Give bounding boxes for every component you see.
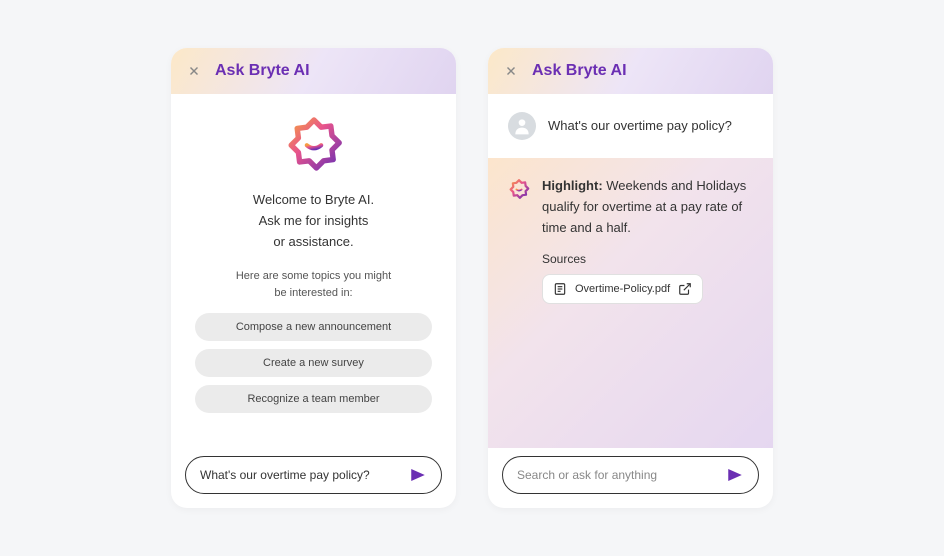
document-icon <box>553 282 567 296</box>
close-icon[interactable] <box>504 64 518 78</box>
chat-input-bar[interactable] <box>185 456 442 494</box>
external-link-icon <box>678 282 692 296</box>
panel-body: What's our overtime pay policy? Highligh… <box>488 94 773 508</box>
close-icon[interactable] <box>187 64 201 78</box>
bryte-avatar-icon <box>508 178 530 200</box>
welcome-content: Welcome to Bryte AI. Ask me for insights… <box>171 94 456 448</box>
panel-title: Ask Bryte AI <box>215 62 310 80</box>
source-document-chip[interactable]: Overtime-Policy.pdf <box>542 274 703 304</box>
suggestion-recognize-team[interactable]: Recognize a team member <box>195 385 432 413</box>
ai-panel-conversation: Ask Bryte AI What's our overtime pay pol… <box>488 48 773 508</box>
chat-input[interactable] <box>517 468 718 482</box>
sources-label: Sources <box>542 252 753 266</box>
chat-input-bar[interactable] <box>502 456 759 494</box>
user-message: What's our overtime pay policy? <box>488 94 773 158</box>
topics-label: Here are some topics you might be intere… <box>236 268 391 301</box>
response-content: Highlight: Weekends and Holidays qualify… <box>542 176 753 304</box>
suggestion-create-survey[interactable]: Create a new survey <box>195 349 432 377</box>
ai-panel-welcome: Ask Bryte AI Welcome to Bryte AI. Ask me… <box>171 48 456 508</box>
highlight-label: Highlight: <box>542 178 603 193</box>
source-filename: Overtime-Policy.pdf <box>575 283 670 295</box>
user-avatar-icon <box>508 112 536 140</box>
send-icon[interactable] <box>726 466 744 484</box>
send-icon[interactable] <box>409 466 427 484</box>
panel-header: Ask Bryte AI <box>488 48 773 94</box>
panel-header: Ask Bryte AI <box>171 48 456 94</box>
chat-input[interactable] <box>200 468 401 482</box>
ai-response: Highlight: Weekends and Holidays qualify… <box>488 158 773 448</box>
user-message-text: What's our overtime pay policy? <box>548 112 732 136</box>
panel-body: Welcome to Bryte AI. Ask me for insights… <box>171 94 456 508</box>
bryte-logo-icon <box>284 114 344 174</box>
response-text: Highlight: Weekends and Holidays qualify… <box>542 176 753 238</box>
welcome-text: Welcome to Bryte AI. Ask me for insights… <box>253 190 374 252</box>
suggestion-compose-announcement[interactable]: Compose a new announcement <box>195 313 432 341</box>
panel-title: Ask Bryte AI <box>532 62 627 80</box>
